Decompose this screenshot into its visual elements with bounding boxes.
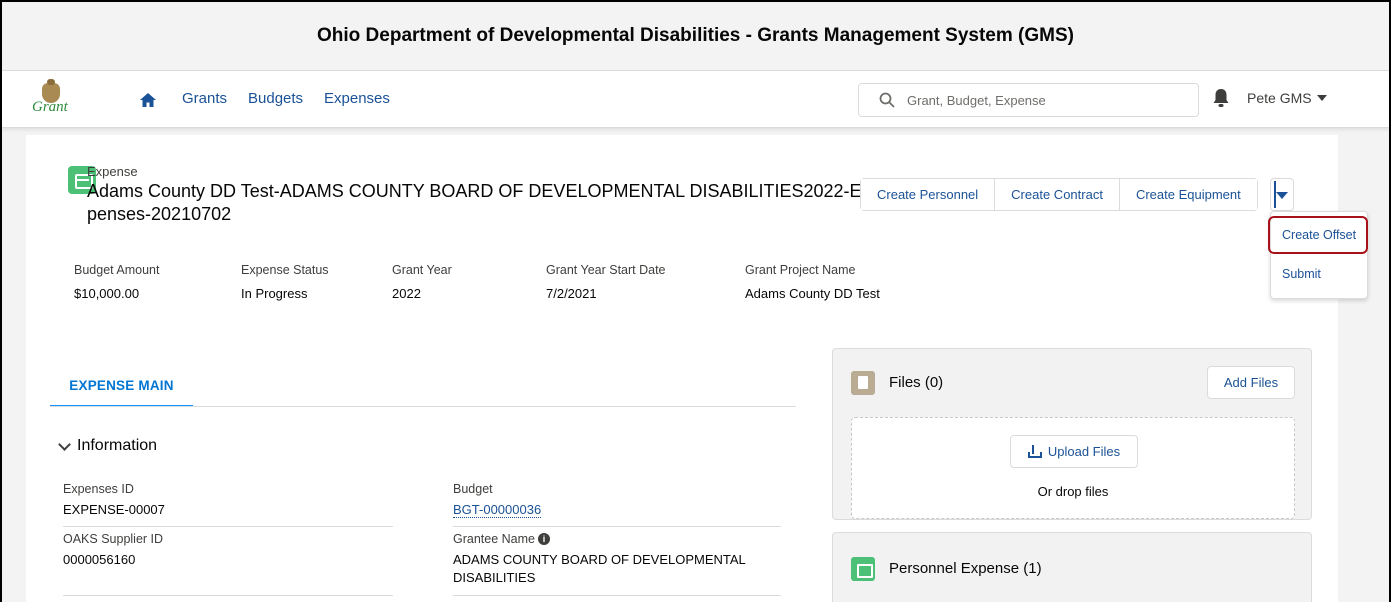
app-title: Ohio Department of Developmental Disabil… [317, 25, 1074, 46]
app-frame: Ohio Department of Developmental Disabil… [0, 0, 1391, 602]
nav-link-expenses[interactable]: Expenses [324, 90, 390, 107]
highlight-label: Grant Project Name [745, 263, 856, 277]
search-input[interactable] [907, 84, 1187, 116]
budget-link[interactable]: BGT-00000036 [453, 502, 542, 518]
logo-text: Grant [32, 99, 68, 115]
highlight-label: Budget Amount [74, 263, 160, 277]
chevron-down-icon [58, 437, 71, 451]
drop-files-text: Or drop files [1037, 484, 1109, 499]
user-name: Pete GMS [1247, 90, 1312, 106]
field-divider [453, 595, 781, 596]
highlight-value: 7/2/2021 [546, 286, 597, 301]
top-navigation: Grant Grants Budgets Expenses Pete GMS [2, 70, 1389, 128]
highlight-value: 2022 [392, 286, 421, 301]
app-logo[interactable]: Grant [32, 79, 76, 119]
files-related-list: Files (0) Add Files Upload Files Or drop… [832, 348, 1312, 520]
notification-bell-icon[interactable] [1212, 88, 1230, 108]
home-icon[interactable] [139, 92, 157, 108]
field-label: Grantee Name i [453, 532, 763, 546]
personnel-expense-title[interactable]: Personnel Expense (1) [889, 560, 1042, 577]
highlight-grant-year: Grant Year 2022 [392, 263, 452, 301]
info-icon[interactable]: i [537, 533, 550, 545]
upload-files-button[interactable]: Upload Files [1010, 435, 1138, 468]
app-title-bar: Ohio Department of Developmental Disabil… [2, 2, 1389, 70]
page-background-strip [1338, 135, 1389, 602]
field-value: ADAMS COUNTY BOARD OF DEVELOPMENTAL DISA… [453, 552, 746, 585]
file-icon [851, 371, 875, 395]
section-title: Information [77, 437, 158, 454]
field-divider [63, 595, 393, 596]
more-actions-button[interactable] [1270, 178, 1294, 211]
tab-expense-main[interactable]: EXPENSE MAIN [50, 365, 193, 407]
highlight-value: Adams County DD Test [745, 286, 880, 301]
highlight-value: In Progress [241, 286, 308, 301]
field-label-text: Grantee Name [453, 532, 535, 546]
menu-item-create-offset[interactable]: Create Offset [1271, 228, 1367, 242]
record-page: Expense Adams County DD Test-ADAMS COUNT… [26, 135, 1368, 602]
nav-link-budgets[interactable]: Budgets [248, 90, 303, 107]
highlight-label: Expense Status [241, 263, 329, 277]
expense-record-icon [851, 557, 875, 581]
field-value: 0000056160 [63, 552, 136, 567]
field-oaks-supplier-id: OAKS Supplier ID 0000056160 [63, 532, 393, 569]
field-divider [453, 526, 781, 527]
add-files-button[interactable]: Add Files [1207, 366, 1295, 399]
highlight-budget-amount: Budget Amount $10,000.00 [74, 263, 159, 301]
create-equipment-button[interactable]: Create Equipment [1119, 179, 1257, 210]
field-expenses-id: Expenses ID EXPENSE-00007 [63, 482, 393, 519]
highlight-value: $10,000.00 [74, 286, 140, 301]
menu-item-submit[interactable]: Submit [1271, 267, 1367, 281]
field-label: OAKS Supplier ID [63, 532, 164, 546]
field-label: Budget [453, 482, 493, 496]
user-menu[interactable]: Pete GMS [1247, 90, 1327, 106]
highlight-grant-project-name: Grant Project Name Adams County DD Test [745, 263, 880, 301]
field-budget: Budget BGT-00000036 [453, 482, 783, 519]
chevron-down-icon [1316, 95, 1327, 101]
field-value: EXPENSE-00007 [63, 502, 165, 517]
global-search[interactable] [858, 83, 1199, 117]
chevron-down-icon [1276, 192, 1288, 199]
information-section-toggle[interactable]: Information [58, 437, 158, 455]
highlight-label: Grant Year [392, 263, 452, 277]
more-actions-menu: Create Offset Submit [1268, 211, 1368, 299]
upload-icon [1027, 445, 1042, 458]
nav-link-grants[interactable]: Grants [182, 90, 227, 107]
create-contract-button[interactable]: Create Contract [995, 179, 1120, 210]
create-personnel-button[interactable]: Create Personnel [861, 179, 996, 210]
file-drop-zone[interactable]: Upload Files Or drop files [851, 417, 1295, 519]
field-grantee-name: Grantee Name i ADAMS COUNTY BOARD OF DEV… [453, 532, 763, 587]
highlight-grant-year-start-date: Grant Year Start Date 7/2/2021 [546, 263, 666, 301]
upload-label: Upload Files [1047, 444, 1121, 459]
tab-divider [50, 406, 796, 407]
search-icon [879, 92, 895, 108]
record-title: Adams County DD Test-ADAMS COUNTY BOARD … [87, 181, 877, 224]
files-title[interactable]: Files (0) [889, 374, 943, 391]
field-label: Expenses ID [63, 482, 134, 496]
record-action-buttons: Create Personnel Create Contract Create … [860, 178, 1258, 211]
highlight-expense-status: Expense Status In Progress [241, 263, 329, 301]
highlight-label: Grant Year Start Date [546, 263, 666, 277]
field-divider [63, 526, 393, 527]
object-label: Expense [87, 164, 138, 179]
personnel-expense-related-list: Personnel Expense (1) [832, 532, 1312, 602]
